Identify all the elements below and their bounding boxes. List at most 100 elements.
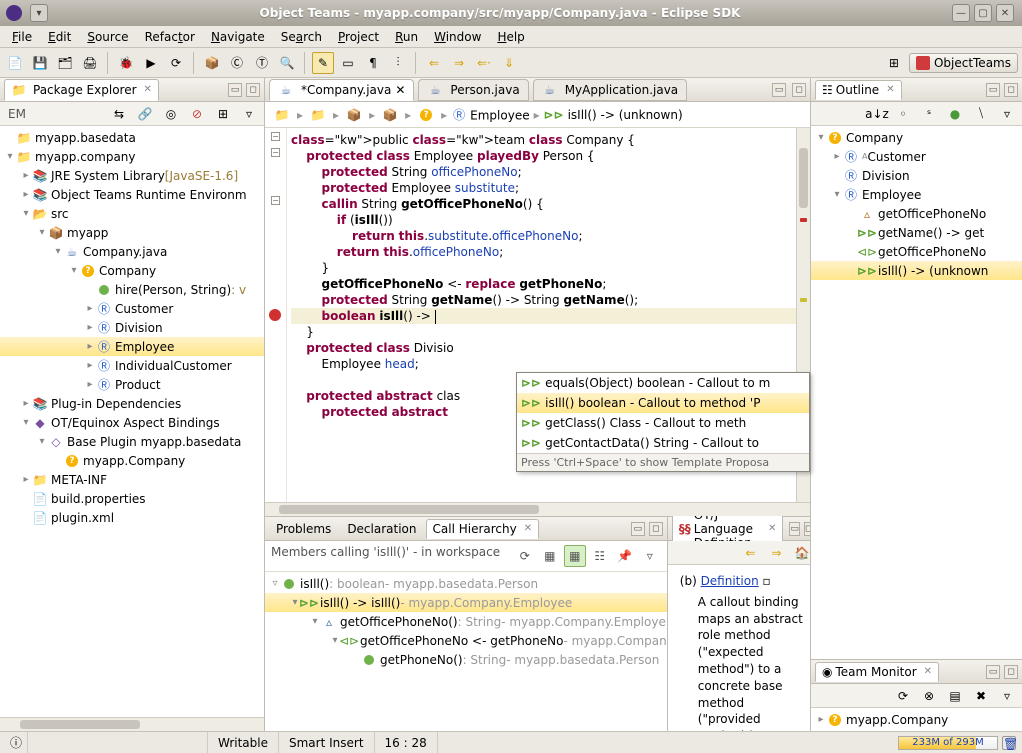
hide-static-button[interactable]: ˢ (918, 103, 940, 125)
tree-row[interactable]: ▵getOfficePhoneNo (811, 204, 1022, 223)
close-icon[interactable]: ✕ (886, 84, 894, 95)
maximize-view-button[interactable]: ◻ (1004, 83, 1018, 97)
close-button[interactable]: ✕ (996, 4, 1014, 22)
maximize-view-button[interactable]: ◻ (246, 83, 260, 97)
tree-row[interactable]: ⊳⊳isIll() -> (unknown (811, 261, 1022, 280)
menu-search[interactable]: Search (273, 28, 330, 46)
new-team-button[interactable]: Ⓣ (251, 52, 273, 74)
tree-row[interactable]: 📁myapp.basedata (0, 128, 264, 147)
tree-row[interactable]: ▾▵getOfficePhoneNo() : String - myapp.Co… (265, 612, 667, 631)
forward-button[interactable]: ⇒ (765, 542, 787, 564)
editor-minimize-button[interactable]: ▭ (772, 83, 786, 97)
breadcrumb-segment[interactable]: 📁 (271, 104, 293, 126)
status-icon[interactable]: ⓘ (0, 732, 28, 753)
close-icon[interactable]: ✕ (924, 666, 932, 677)
tree-row[interactable]: ⊳⊳getName() -> get (811, 223, 1022, 242)
close-icon[interactable]: ✕ (768, 523, 776, 534)
tree-row[interactable]: ▾⊲⊳getOfficePhoneNo <- getPhoneNo - myap… (265, 631, 667, 650)
show-whitespace-button[interactable]: ¶ (362, 52, 384, 74)
minimize-view-button[interactable]: ▭ (789, 522, 800, 536)
close-icon[interactable]: ✕ (395, 83, 405, 97)
tab-package-explorer[interactable]: 📁 Package Explorer ✕ (4, 79, 159, 101)
maximize-view-button[interactable]: ◻ (1004, 665, 1018, 679)
tree-row[interactable]: ▸📚Plug-in Dependencies (0, 394, 264, 413)
nav-next-annotation-button[interactable]: ⇓ (498, 52, 520, 74)
close-icon[interactable]: ✕ (144, 84, 152, 95)
tree-row[interactable]: ▾📦myapp (0, 223, 264, 242)
run-last-button[interactable]: ⟳ (165, 52, 187, 74)
collapse-all-button[interactable]: ⇆ (108, 103, 130, 125)
hide-local-button[interactable]: ⧹ (970, 103, 992, 125)
menu-source[interactable]: Source (79, 28, 136, 46)
minimize-view-button[interactable]: ▭ (631, 522, 645, 536)
view-menu-button[interactable]: ▿ (996, 103, 1018, 125)
menu-run[interactable]: Run (387, 28, 426, 46)
tree-row[interactable]: ▸ⓇProduct (0, 375, 264, 394)
fold-toggle[interactable]: − (271, 196, 280, 205)
tree-row[interactable]: ▸ⓇDivision (0, 318, 264, 337)
breadcrumb-segment[interactable]: ? (415, 104, 437, 126)
back-button[interactable]: ⇐ (739, 542, 761, 564)
menu-window[interactable]: Window (426, 28, 489, 46)
tab-team-monitor[interactable]: ◉ Team Monitor ✕ (815, 662, 939, 682)
window-menu-button[interactable]: ▾ (30, 4, 48, 22)
tree-row[interactable]: 📄build.properties (0, 489, 264, 508)
external-link-icon[interactable]: ▫ (763, 574, 771, 588)
menu-file[interactable]: File (4, 28, 40, 46)
new-class-button[interactable]: Ⓒ (226, 52, 248, 74)
toggle-block-button[interactable]: ▭ (337, 52, 359, 74)
tree-row[interactable]: ▸📁META-INF (0, 470, 264, 489)
print-button[interactable]: 🖨 (79, 52, 101, 74)
remove-button[interactable]: ✖ (970, 685, 992, 707)
open-type-button[interactable]: 🔍 (276, 52, 298, 74)
debug-button[interactable]: 🐞 (115, 52, 137, 74)
maximize-button[interactable]: ▢ (974, 4, 992, 22)
editor-breadcrumb[interactable]: 📁▸ 📁▸ 📦▸ 📦▸ ?▸ ⓇEmployee▸ ⊳⊳ isIll() -> … (265, 102, 810, 128)
tree-row[interactable]: hire(Person, String) : v (0, 280, 264, 299)
fold-toggle[interactable]: − (271, 132, 280, 141)
tree-row[interactable]: ▾?Company (0, 261, 264, 280)
tree-row[interactable]: ▾?Company (811, 128, 1022, 147)
call-hierarchy-tree[interactable]: ▿isIll() : boolean - myapp.basedata.Pers… (265, 572, 667, 731)
save-button[interactable]: 💾 (29, 52, 51, 74)
content-assist-item[interactable]: ⊳⊳isIll() boolean - Callout to method 'P (517, 393, 809, 413)
tree-row[interactable]: ▾☕Company.java (0, 242, 264, 261)
hide-fields-button[interactable]: ◦ (892, 103, 914, 125)
package-explorer-tree[interactable]: 📁myapp.basedata▾📁myapp.company▸📚JRE Syst… (0, 126, 264, 717)
refresh-button[interactable]: ⟳ (514, 545, 536, 567)
nav-fwd-button[interactable]: ⇒ (448, 52, 470, 74)
editor-tab[interactable]: ☕MyApplication.java (533, 79, 687, 101)
deactivate-team-button[interactable]: ⊗ (918, 685, 940, 707)
hide-nonpublic-button[interactable]: ● (944, 103, 966, 125)
new-button[interactable]: 📄 (4, 52, 26, 74)
view-menu-button[interactable]: ▿ (639, 545, 661, 567)
view-menu-button[interactable]: ▿ (996, 685, 1018, 707)
tab-declaration[interactable]: Declaration (340, 519, 423, 539)
callees-mode-button[interactable]: ▦ (564, 545, 586, 567)
new-package-button[interactable]: 📦 (201, 52, 223, 74)
editor-maximize-button[interactable]: ◻ (792, 83, 806, 97)
overview-error-marker[interactable] (800, 218, 807, 222)
tree-row[interactable]: ▸ⓇCustomer (0, 299, 264, 318)
sort-button[interactable]: a↓z (866, 103, 888, 125)
team-monitor-tree[interactable]: ▸? myapp.Company (811, 708, 1022, 731)
tree-row[interactable]: ⊲⊳getOfficePhoneNo (811, 242, 1022, 261)
breadcrumb-segment[interactable]: 📦 (343, 104, 365, 126)
breadcrumb-segment[interactable]: 📦 (379, 104, 401, 126)
history-button[interactable]: ☷ (589, 545, 611, 567)
menu-help[interactable]: Help (489, 28, 532, 46)
tree-row[interactable]: ▿isIll() : boolean - myapp.basedata.Pers… (265, 574, 667, 593)
tree-row[interactable]: ⓇDivision (811, 166, 1022, 185)
overview-warning-marker[interactable] (800, 298, 807, 302)
tree-row[interactable]: ▸ⓇEmployee (0, 337, 264, 356)
working-set-button[interactable]: ⊞ (212, 103, 234, 125)
minimize-view-button[interactable]: ▭ (228, 83, 242, 97)
show-instances-button[interactable]: ▤ (944, 685, 966, 707)
tree-row[interactable]: ▸📚Object Teams Runtime Environm (0, 185, 264, 204)
gc-button[interactable]: 🗑 (1002, 736, 1016, 750)
close-icon[interactable]: ✕ (524, 523, 532, 534)
tree-row[interactable]: ▾⊳⊳isIll() -> isIll() - myapp.Company.Em… (265, 593, 667, 612)
editor-tab[interactable]: ☕*Company.java✕ (269, 79, 414, 101)
breadcrumb-segment[interactable]: ⓇEmployee (451, 107, 529, 123)
content-assist-item[interactable]: ⊳⊳getContactData() String - Callout to (517, 433, 809, 453)
